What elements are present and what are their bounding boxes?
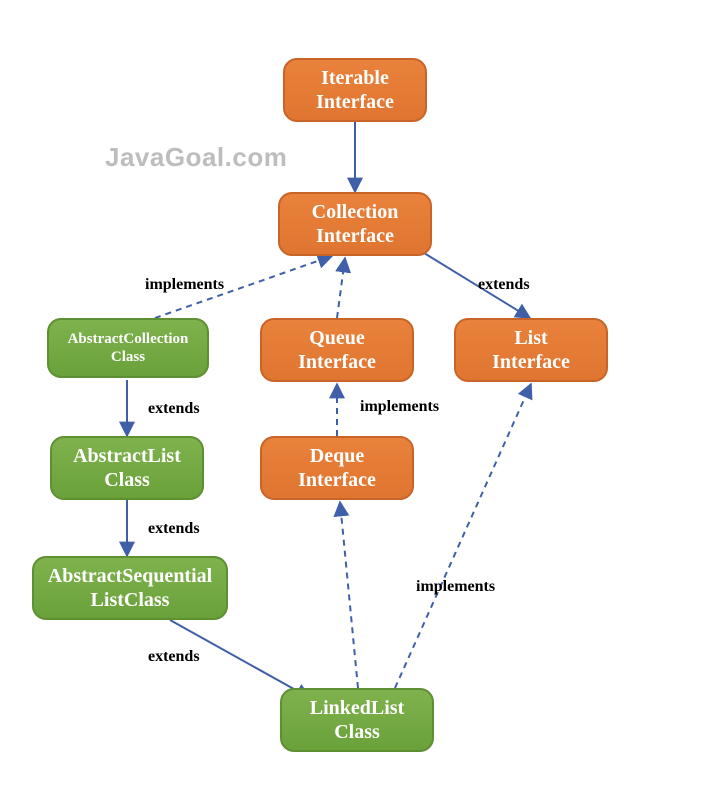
node-line2: Class [334,720,380,744]
node-line1: List [514,326,547,350]
node-line2: ListClass [91,588,170,612]
node-deque-interface: Deque Interface [260,436,414,500]
node-line2: Interface [492,350,570,374]
edge-label-extends: extends [478,276,530,294]
node-line2: Class [104,468,150,492]
java-collections-hierarchy-diagram: JavaGoal.com Iterable Interface Collecti… [0,0,701,785]
node-line2: Interface [298,468,376,492]
node-line1: LinkedList [310,696,404,720]
node-line2: Interface [298,350,376,374]
node-line1: AbstractCollection [68,330,189,348]
node-list-interface: List Interface [454,318,608,382]
edge-label-implements: implements [360,398,439,416]
node-line1: AbstractSequential [48,564,212,588]
node-abstractlist-class: AbstractList Class [50,436,204,500]
node-linkedlist-class: LinkedList Class [280,688,434,752]
node-line1: Queue [309,326,365,350]
node-queue-interface: Queue Interface [260,318,414,382]
node-abstractsequentiallist-class: AbstractSequential ListClass [32,556,228,620]
watermark-text: JavaGoal.com [105,142,287,173]
edge-label-implements: implements [416,578,495,596]
edge-label-extends: extends [148,520,200,538]
node-line1: Iterable [321,66,389,90]
node-collection-interface: Collection Interface [278,192,432,256]
node-line1: AbstractList [73,444,181,468]
node-line1: Collection [312,200,399,224]
node-iterable-interface: Iterable Interface [283,58,427,122]
node-line2: Interface [316,224,394,248]
edge-label-extends: extends [148,648,200,666]
edge-label-extends: extends [148,400,200,418]
edge-label-implements: implements [145,276,224,294]
node-abstractcollection-class: AbstractCollection Class [47,318,209,378]
node-line2: Class [111,348,145,366]
node-line2: Interface [316,90,394,114]
node-line1: Deque [310,444,364,468]
